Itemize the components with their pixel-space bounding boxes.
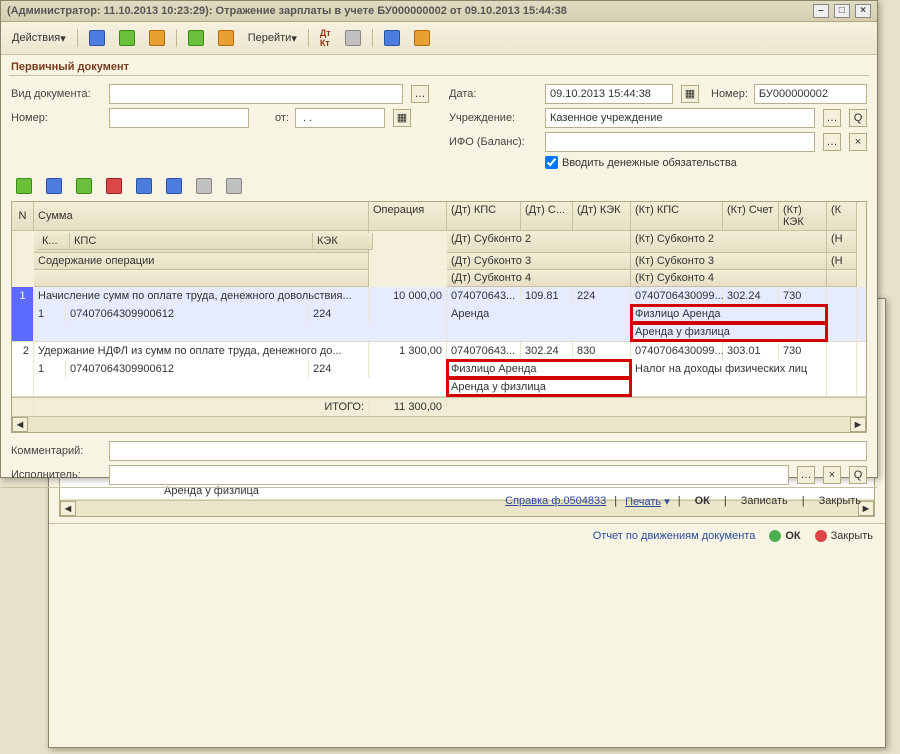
ok-button[interactable]: ОК	[769, 530, 800, 542]
tb-inbox-icon[interactable]	[84, 27, 110, 49]
scroll-right[interactable]: ►	[850, 417, 866, 432]
maximize-button[interactable]: □	[834, 4, 850, 18]
move-down-icon[interactable]	[161, 175, 187, 197]
tb-copy-icon[interactable]	[144, 27, 170, 49]
tb-dtkt-icon[interactable]: ДтКт	[315, 25, 336, 51]
window-title: (Администратор: 11.10.2013 10:23:29): От…	[7, 5, 567, 17]
sort-desc-icon[interactable]	[221, 175, 247, 197]
main-toolbar: Действия ▾ Перейти ▾ ДтКт	[1, 22, 877, 55]
goto-menu[interactable]: Перейти ▾	[243, 29, 302, 48]
executor-clear-button[interactable]: ×	[823, 466, 841, 484]
executor-field[interactable]	[109, 465, 789, 485]
number-field[interactable]	[109, 108, 249, 128]
spravka-link[interactable]: Справка ф.0504833	[505, 495, 606, 507]
col-dt-acct[interactable]: (Дт) С...	[521, 202, 573, 231]
ifo-select-button[interactable]: …	[823, 133, 841, 151]
ok-button[interactable]: ОК	[689, 493, 716, 509]
print-menu[interactable]: Печать ▾	[625, 495, 670, 508]
col-dt-kek[interactable]: (Дт) КЭК	[573, 202, 631, 231]
titlebar[interactable]: (Администратор: 11.10.2013 10:23:29): От…	[1, 1, 877, 22]
grid-toolbar	[1, 171, 877, 201]
save-button[interactable]: Записать	[735, 493, 794, 509]
tb-links-icon[interactable]	[340, 27, 366, 49]
document-window: (Администратор: 11.10.2013 10:23:29): От…	[0, 0, 878, 478]
close-button[interactable]: Закрыть	[815, 530, 873, 542]
executor-select-button[interactable]: …	[797, 466, 815, 484]
col-kt-kek[interactable]: (Кт) КЭК	[779, 202, 827, 231]
date-small-field[interactable]: . .	[295, 108, 385, 128]
tb-unpost-icon[interactable]	[213, 27, 239, 49]
number-label: Номер:	[11, 112, 103, 124]
delete-row-icon[interactable]	[101, 175, 127, 197]
operations-grid: N Операция Сумма (Дт) КПС (Дт) С... (Дт)…	[11, 201, 867, 433]
tb-info-icon[interactable]	[409, 27, 435, 49]
enter-liabilities-checkbox[interactable]: Вводить денежные обязательства	[545, 156, 737, 169]
executor-open-button[interactable]: Q	[849, 466, 867, 484]
org-select-button[interactable]: …	[823, 109, 841, 127]
ifo-field[interactable]	[545, 132, 815, 152]
tb-refresh-icon[interactable]	[114, 27, 140, 49]
copy-row-icon[interactable]	[41, 175, 67, 197]
footer-bar: Справка ф.0504833 | Печать ▾ | ОК | Запи…	[1, 487, 877, 514]
date-label: Дата:	[449, 88, 539, 100]
calendar-icon[interactable]: ▦	[393, 109, 411, 127]
org-label: Учреждение:	[449, 112, 539, 124]
tb-help-icon[interactable]	[379, 27, 405, 49]
col-dt-kps[interactable]: (Дт) КПС	[447, 202, 521, 231]
section-title: Первичный документ	[1, 55, 877, 75]
col-n[interactable]: N	[12, 202, 34, 231]
total-row: ИТОГО: 11 300,00	[12, 397, 866, 416]
executor-label: Исполнитель:	[11, 469, 103, 481]
date-field[interactable]: 09.10.2013 15:44:38	[545, 84, 673, 104]
movements-report-link[interactable]: Отчет по движениям документа	[593, 530, 756, 542]
doc-type-field[interactable]	[109, 84, 403, 104]
edit-row-icon[interactable]	[71, 175, 97, 197]
comment-label: Комментарий:	[11, 445, 103, 457]
close-window-button[interactable]: ×	[855, 4, 871, 18]
calendar-icon[interactable]: ▦	[681, 85, 699, 103]
doc-type-select-button[interactable]: …	[411, 85, 429, 103]
table-row[interactable]: 1 Начисление сумм по оплате труда, денеж…	[12, 287, 866, 342]
sort-asc-icon[interactable]	[191, 175, 217, 197]
col-kt-kps[interactable]: (Кт) КПС	[631, 202, 723, 231]
scroll-left[interactable]: ◄	[12, 417, 28, 432]
actions-menu[interactable]: Действия ▾	[7, 29, 71, 48]
col-kt-acct[interactable]: (Кт) Счет	[723, 202, 779, 231]
comment-field[interactable]	[109, 441, 867, 461]
org-open-button[interactable]: Q	[849, 109, 867, 127]
table-row[interactable]: 2 Удержание НДФЛ из сумм по оплате труда…	[12, 342, 866, 397]
minimize-button[interactable]: –	[813, 4, 829, 18]
ifo-label: ИФО (Баланс):	[449, 136, 539, 148]
close-button[interactable]: Закрыть	[813, 493, 867, 509]
col-sum[interactable]: Сумма	[34, 202, 369, 231]
col-operation[interactable]: Операция	[369, 202, 447, 231]
move-up-icon[interactable]	[131, 175, 157, 197]
docnum-field[interactable]: БУ000000002	[754, 84, 867, 104]
ifo-clear-button[interactable]: ×	[849, 133, 867, 151]
add-row-icon[interactable]	[11, 175, 37, 197]
doc-type-label: Вид документа:	[11, 88, 103, 100]
tb-post-icon[interactable]	[183, 27, 209, 49]
org-field[interactable]: Казенное учреждение	[545, 108, 815, 128]
